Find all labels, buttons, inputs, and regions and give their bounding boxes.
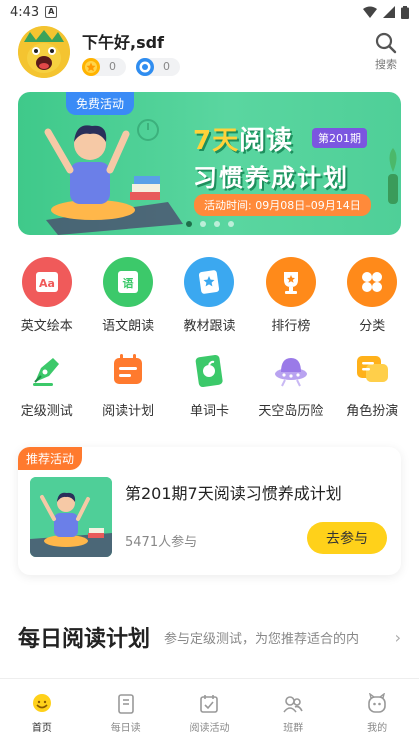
feature-sky-island[interactable]: 天空岛历险 xyxy=(250,348,331,419)
tab-profile[interactable]: 我的 xyxy=(335,679,419,744)
banner-title: 7天阅读 xyxy=(193,126,294,156)
search-icon xyxy=(375,32,397,54)
gear-gem-icon xyxy=(135,57,155,77)
wifi-icon xyxy=(363,6,377,18)
feature-chinese-reading[interactable]: 语 语文朗读 xyxy=(87,257,168,334)
class-group-icon xyxy=(283,696,303,713)
daily-reading-header[interactable]: 每日阅读计划 参与定级测试，为您推荐适合的内 › xyxy=(0,621,419,653)
feature-label: 英文绘本 xyxy=(20,319,73,334)
medal-icon xyxy=(81,57,101,77)
feature-role-play[interactable]: 角色扮演 xyxy=(332,348,413,419)
chinese-reading-icon: 语 xyxy=(103,257,154,307)
tab-label: 我的 xyxy=(367,723,388,734)
feature-reading-plan[interactable]: 阅读计划 xyxy=(87,348,168,419)
reading-activity-icon xyxy=(200,695,219,713)
bottom-tab-bar: 首页 每日读 阅读活动 班群 我的 xyxy=(0,678,419,744)
join-button[interactable]: 去参与 xyxy=(307,522,387,554)
home-icon xyxy=(32,694,51,712)
search-label: 搜索 xyxy=(375,58,397,71)
banner-time: 活动时间: 09月08日–09月14日 xyxy=(194,194,371,216)
banner-dot[interactable] xyxy=(199,221,206,227)
gem-badge[interactable]: 0 xyxy=(135,57,180,77)
chat-bubble-icon xyxy=(347,348,397,392)
banner-subtitle: 习惯养成计划 xyxy=(193,164,349,192)
tab-home[interactable]: 首页 xyxy=(0,679,84,744)
category-icon xyxy=(347,257,398,307)
notification-a-icon: A xyxy=(45,6,58,18)
tab-label: 首页 xyxy=(31,723,52,734)
feature-label: 阅读计划 xyxy=(102,404,155,419)
tab-label: 每日读 xyxy=(110,723,141,734)
feature-label: 排行榜 xyxy=(271,319,311,334)
coin-badge[interactable]: 0 xyxy=(81,57,126,77)
status-time: 4:43 xyxy=(10,4,40,20)
calendar-plan-icon xyxy=(103,348,153,392)
gem-count: 0 xyxy=(163,60,170,73)
search-button[interactable]: 搜索 xyxy=(375,32,397,72)
feature-textbook-followread[interactable]: 教材跟读 xyxy=(169,257,250,334)
status-bar: 4:43 A xyxy=(0,0,419,24)
banner-dot[interactable] xyxy=(185,221,192,227)
feature-label: 分类 xyxy=(359,319,386,334)
apple-card-icon xyxy=(184,348,234,392)
feature-label: 语文朗读 xyxy=(102,319,155,334)
banner-dot[interactable] xyxy=(213,221,220,227)
feature-level-test[interactable]: 定级测试 xyxy=(6,348,87,419)
feature-category[interactable]: 分类 xyxy=(332,257,413,334)
feature-label: 单词卡 xyxy=(189,404,229,419)
chevron-right-icon: › xyxy=(394,627,401,647)
tab-reading-activity[interactable]: 阅读活动 xyxy=(168,679,252,744)
avatar[interactable] xyxy=(18,26,70,78)
ufo-icon xyxy=(266,348,316,392)
feature-leaderboard[interactable]: 排行榜 xyxy=(250,257,331,334)
header: 下午好,sdf 0 0 搜索 xyxy=(0,24,419,80)
free-activity-tag: 免费活动 xyxy=(66,92,135,115)
svg-text:语: 语 xyxy=(123,276,134,290)
tab-class-group[interactable]: 班群 xyxy=(251,679,335,744)
textbook-followread-icon xyxy=(184,257,235,307)
daily-reading-title: 每日阅读计划 xyxy=(18,627,151,652)
feature-grid: Aa 英文绘本 语 语文朗读 教材跟读 排行榜 分类 定级测试 阅读计划 单词卡… xyxy=(0,257,419,419)
pen-icon xyxy=(22,348,72,392)
feature-english-picturebook[interactable]: Aa 英文绘本 xyxy=(6,257,87,334)
banner-pagination xyxy=(18,221,401,227)
feature-label: 定级测试 xyxy=(20,404,73,419)
svg-text:Aa: Aa xyxy=(39,277,55,290)
greeting-text: 下午好,sdf xyxy=(82,32,165,52)
banner-dot[interactable] xyxy=(227,221,234,227)
battery-icon xyxy=(401,5,409,19)
recommended-activity-card[interactable]: 推荐活动 第201期7天阅读习惯养成计划 5471人参与 去参与 xyxy=(18,447,401,575)
profile-icon xyxy=(368,693,386,713)
activity-thumbnail xyxy=(30,477,112,557)
recommended-tag: 推荐活动 xyxy=(18,447,83,470)
tab-label: 班群 xyxy=(283,723,304,734)
signal-icon xyxy=(383,6,395,18)
trophy-icon xyxy=(265,257,316,307)
participant-count: 5471人参与 xyxy=(125,535,198,550)
activity-banner[interactable]: 免费活动 7天阅读 第201期 习惯养成计划 活动时间: 09月08日–09月1… xyxy=(18,92,401,235)
tab-label: 阅读活动 xyxy=(189,723,230,734)
activity-title: 第201期7天阅读习惯养成计划 xyxy=(125,484,342,503)
feature-label: 教材跟读 xyxy=(183,319,236,334)
daily-reading-subtitle: 参与定级测试，为您推荐适合的内 xyxy=(164,631,360,647)
english-picturebook-icon: Aa xyxy=(21,257,72,307)
feature-word-card[interactable]: 单词卡 xyxy=(169,348,250,419)
daily-read-icon xyxy=(117,694,134,714)
feature-label: 角色扮演 xyxy=(346,404,399,419)
banner-issue-badge: 第201期 xyxy=(312,128,367,148)
tab-daily-read[interactable]: 每日读 xyxy=(84,679,168,744)
feature-label: 天空岛历险 xyxy=(258,404,324,419)
coin-count: 0 xyxy=(109,60,116,73)
